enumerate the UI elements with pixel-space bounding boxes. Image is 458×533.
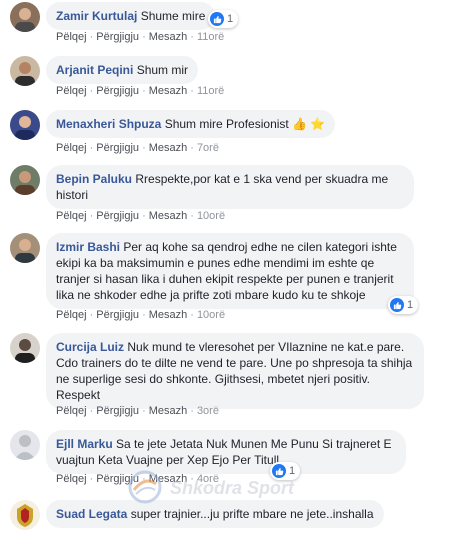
comment-author[interactable]: Menaxheri Shpuza bbox=[56, 117, 161, 131]
message-link[interactable]: Mesazh bbox=[149, 31, 188, 43]
message-link[interactable]: Mesazh bbox=[149, 405, 188, 417]
comments-list: Zamir Kurtulaj Shume mire 1 Pëlqej · Përgj… bbox=[0, 0, 458, 533]
avatar[interactable] bbox=[10, 430, 40, 460]
comment-actions: Pëlqej · Përgjigju · Mesazh · 11orë bbox=[56, 31, 224, 43]
like-link[interactable]: Pëlqej bbox=[56, 210, 87, 222]
comment-text: Shum mire Profesionist bbox=[164, 117, 289, 131]
avatar[interactable] bbox=[10, 500, 40, 530]
like-link[interactable]: Pëlqej bbox=[56, 309, 87, 321]
message-link[interactable]: Mesazh bbox=[149, 85, 188, 97]
comment-author[interactable]: Suad Legata bbox=[56, 507, 127, 521]
comment-bubble: Suad Legata super trajnier...ju prifte m… bbox=[46, 500, 384, 528]
avatar[interactable] bbox=[10, 233, 40, 263]
avatar[interactable] bbox=[10, 165, 40, 195]
comment-time[interactable]: 10orë bbox=[197, 309, 225, 321]
reply-link[interactable]: Përgjigju bbox=[96, 85, 139, 97]
avatar[interactable] bbox=[10, 110, 40, 140]
reaction-count[interactable]: 1 bbox=[388, 296, 419, 314]
comment-author[interactable]: Bepin Paluku bbox=[56, 172, 132, 186]
separator-dot: · bbox=[190, 142, 194, 154]
avatar[interactable] bbox=[10, 333, 40, 363]
comment-author[interactable]: Curcija Luiz bbox=[56, 340, 124, 354]
comment-bubble: Ejll Marku Sa te jete Jetata Nuk Munen M… bbox=[46, 430, 406, 474]
like-reaction-icon bbox=[210, 12, 224, 26]
like-link[interactable]: Pëlqej bbox=[56, 405, 87, 417]
reply-link[interactable]: Përgjigju bbox=[96, 31, 139, 43]
comment-bubble: Bepin Paluku Rrespekte,por kat e 1 ska v… bbox=[46, 165, 414, 209]
comment-text: Shum mir bbox=[136, 63, 189, 77]
comment-time[interactable]: 11orë bbox=[197, 85, 224, 97]
reply-link[interactable]: Përgjigju bbox=[96, 309, 139, 321]
avatar[interactable] bbox=[10, 56, 40, 86]
comment-time[interactable]: 3orë bbox=[197, 405, 219, 417]
comment-bubble: Zamir Kurtulaj Shume mire bbox=[46, 2, 216, 30]
comment-author[interactable]: Ejll Marku bbox=[56, 437, 113, 451]
comment-bubble: Arjanit Peqini Shum mir bbox=[46, 56, 199, 84]
message-link[interactable]: Mesazh bbox=[149, 210, 188, 222]
separator-dot: · bbox=[89, 85, 94, 97]
separator-dot: · bbox=[142, 309, 146, 321]
separator-dot: · bbox=[142, 85, 146, 97]
reply-link[interactable]: Përgjigju bbox=[96, 142, 139, 154]
thumbs-up-star-emoji-icon: 👍 ⭐ bbox=[292, 117, 326, 131]
comment-actions: Pëlqej · Përgjigju · Mesazh · 3orë bbox=[56, 405, 219, 417]
comment-bubble: Curcija Luiz Nuk mund te vleresohet per … bbox=[46, 333, 424, 409]
separator-dot: · bbox=[89, 31, 94, 43]
separator-dot: · bbox=[89, 309, 94, 321]
comment-time[interactable]: 11orë bbox=[197, 31, 224, 43]
like-link[interactable]: Pëlqej bbox=[56, 85, 87, 97]
reply-link[interactable]: Përgjigju bbox=[96, 405, 139, 417]
like-reaction-icon bbox=[390, 298, 404, 312]
message-link[interactable]: Mesazh bbox=[149, 142, 188, 154]
separator-dot: · bbox=[89, 405, 94, 417]
separator-dot: · bbox=[142, 405, 146, 417]
like-link[interactable]: Pëlqej bbox=[56, 31, 87, 43]
comment-time[interactable]: 7orë bbox=[197, 142, 219, 154]
separator-dot: · bbox=[89, 142, 94, 154]
reaction-count-number: 1 bbox=[227, 13, 234, 25]
separator-dot: · bbox=[142, 210, 146, 222]
comment-time[interactable]: 10orë bbox=[197, 210, 225, 222]
comment-bubble: Menaxheri Shpuza Shum mire Profesionist … bbox=[46, 110, 336, 138]
comment-author[interactable]: Arjanit Peqini bbox=[56, 63, 133, 77]
separator-dot: · bbox=[190, 210, 194, 222]
watermark-text: Shkodra Sport bbox=[170, 478, 295, 498]
like-link[interactable]: Pëlqej bbox=[56, 473, 87, 485]
comment-text: super trajnier...ju prifte mbare ne jete… bbox=[130, 507, 374, 521]
shkodra-sport-watermark: Shkodra Sport bbox=[128, 470, 328, 504]
reaction-count[interactable]: 1 bbox=[208, 10, 239, 28]
separator-dot: · bbox=[142, 31, 146, 43]
reply-link[interactable]: Përgjigju bbox=[96, 210, 139, 222]
comment-text: Shume mire bbox=[140, 9, 206, 23]
shkodra-sport-logo-icon bbox=[128, 470, 162, 504]
separator-dot: · bbox=[89, 473, 94, 485]
comment-bubble: Izmir Bashi Per aq kohe sa qendroj edhe … bbox=[46, 233, 414, 309]
separator-dot: · bbox=[190, 85, 194, 97]
separator-dot: · bbox=[89, 210, 94, 222]
reaction-count-number: 1 bbox=[407, 299, 414, 311]
like-link[interactable]: Pëlqej bbox=[56, 142, 87, 154]
comment-author[interactable]: Zamir Kurtulaj bbox=[56, 9, 137, 23]
comment-actions: Pëlqej · Përgjigju · Mesazh · 7orë bbox=[56, 142, 219, 154]
separator-dot: · bbox=[190, 405, 194, 417]
avatar[interactable] bbox=[10, 2, 40, 32]
comment-actions: Pëlqej · Përgjigju · Mesazh · 10orë bbox=[56, 309, 225, 321]
separator-dot: · bbox=[190, 31, 194, 43]
comment-actions: Pëlqej · Përgjigju · Mesazh · 11orë bbox=[56, 85, 224, 97]
message-link[interactable]: Mesazh bbox=[149, 309, 188, 321]
comment-author[interactable]: Izmir Bashi bbox=[56, 240, 120, 254]
separator-dot: · bbox=[190, 309, 194, 321]
separator-dot: · bbox=[142, 142, 146, 154]
comment-actions: Pëlqej · Përgjigju · Mesazh · 10orë bbox=[56, 210, 225, 222]
